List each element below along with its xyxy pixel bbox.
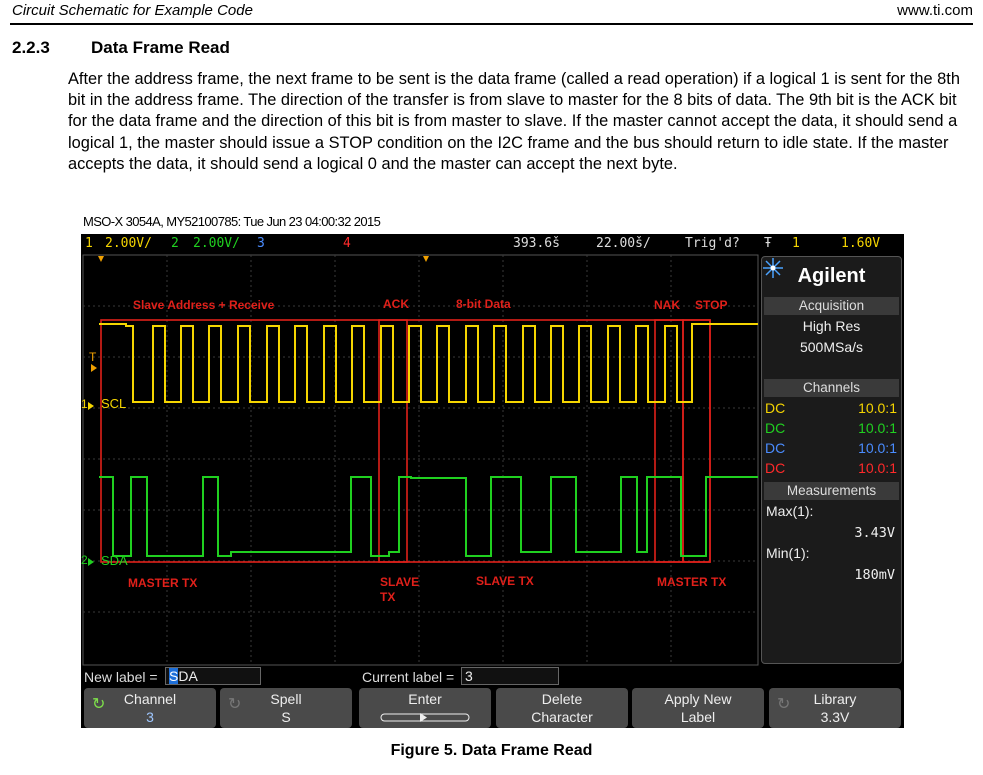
figure-caption: Figure 5. Data Frame Read xyxy=(390,742,593,759)
scope-status-bar: 1 2.00V/ 2 2.00V/ 3 4 393.6š 22.00š/ Tri… xyxy=(81,234,904,254)
softkey-spell[interactable]: ↻ Spell S xyxy=(220,688,352,728)
annotation-master-tx-1: MASTER TX xyxy=(128,576,197,590)
time-position: 393.6š xyxy=(513,236,560,251)
annotation-ack: ACK xyxy=(383,297,409,311)
softkey-spell-value: S xyxy=(281,709,291,725)
brand-logo: Agilent xyxy=(762,257,901,295)
trigger-status: Trig'd? xyxy=(685,236,740,251)
annotation-slave-address: Slave Address + Receive xyxy=(133,298,275,312)
ch1-marker-label: 1 xyxy=(81,397,88,411)
annotation-slave-tx: SLAVE TX xyxy=(476,574,534,588)
current-label-field: 3 xyxy=(461,667,559,685)
annotation-slave-tx-short-line2: TX xyxy=(380,590,395,604)
label-editor-row: New label = SDA Current label = 3 xyxy=(81,667,904,687)
current-label-caption: Current label = xyxy=(362,669,455,685)
ch1-number: 1 xyxy=(85,236,93,251)
annotation-nak: NAK xyxy=(654,298,680,312)
softkey-delete-label-line1: Delete xyxy=(541,691,583,707)
acquisition-mode: High Res xyxy=(802,318,861,334)
annotation-slave-tx-short-line1: SLAVE xyxy=(380,575,419,589)
ch2-marker-label: 2 xyxy=(81,553,88,567)
section-title: Data Frame Read xyxy=(91,38,230,57)
body-paragraph: After the address frame, the next frame … xyxy=(68,70,960,173)
softkey-delete-label-line2: Character xyxy=(531,709,593,725)
softkey-apply-label-line1: Apply New xyxy=(664,691,732,707)
softkey-spell-label: Spell xyxy=(270,691,302,707)
annotation-master-tx-2: MASTER TX xyxy=(657,575,726,589)
oscilloscope-screenshot: 1 SCL 2 SDA T Slave Address + Receive AC… xyxy=(81,234,904,728)
measurements-header: Measurements xyxy=(764,482,899,500)
scl-label: SCL xyxy=(101,396,126,411)
min-measurement-label: Min(1): xyxy=(766,545,810,561)
softkey-channel[interactable]: ↻ Channel 3 xyxy=(84,688,216,728)
header-rule xyxy=(10,23,973,25)
new-label-field[interactable]: SDA xyxy=(165,667,261,685)
softkey-library[interactable]: ↻ Library 3.3V xyxy=(769,688,901,728)
new-label-rest: DA xyxy=(178,668,198,684)
sda-label: SDA xyxy=(101,553,128,568)
softkey-apply-label-line2: Label xyxy=(680,709,716,725)
document-header-url: www.ti.com xyxy=(897,2,973,19)
time-scale: 22.00š/ xyxy=(596,236,651,251)
ch3-coupling: DC xyxy=(765,440,786,456)
new-label-caption: New label = xyxy=(84,669,158,685)
softkey-channel-value: 3 xyxy=(146,709,154,725)
trigger-level-label: T xyxy=(89,350,97,364)
ch4-coupling: DC xyxy=(765,460,786,476)
annotation-8bit-data: 8-bit Data xyxy=(456,297,511,311)
ch3-number: 3 xyxy=(257,236,265,251)
ch4-number: 4 xyxy=(343,236,351,251)
annotation-stop: STOP xyxy=(695,298,727,312)
scope-sidebar: Agilent Acquisition High Res 500MSa/s Ch… xyxy=(761,256,902,664)
ch4-probe-ratio: 10.0:1 xyxy=(858,460,897,476)
ch2-scale: 2.00V/ xyxy=(193,236,240,251)
softkey-library-label: Library xyxy=(813,691,857,707)
trigger-level: 1.60V xyxy=(841,236,881,251)
softkey-delete-character[interactable]: Delete Character xyxy=(496,688,628,728)
min-measurement-value: 180mV xyxy=(854,567,895,583)
softkey-enter[interactable]: Enter xyxy=(359,688,491,728)
agilent-spark-icon xyxy=(763,258,783,278)
softkey-apply-new-label[interactable]: Apply New Label xyxy=(632,688,764,728)
section-number: 2.2.3 xyxy=(12,38,50,57)
ch2-coupling: DC xyxy=(765,420,786,436)
ch1-coupling: DC xyxy=(765,400,786,416)
max-measurement-label: Max(1): xyxy=(766,503,814,519)
ch1-probe-ratio: 10.0:1 xyxy=(858,400,897,416)
max-measurement-value: 3.43V xyxy=(854,525,895,541)
brand-name: Agilent xyxy=(797,265,866,287)
document-header-title: Circuit Schematic for Example Code xyxy=(12,2,253,19)
softkey-library-value: 3.3V xyxy=(820,709,850,725)
softkey-bar: ↻ Channel 3 ↻ Spell S Enter Delete Chara… xyxy=(81,688,904,728)
trigger-channel: 1 xyxy=(792,236,800,251)
scope-metadata: MSO-X 3054A, MY52100785: Tue Jun 23 04:0… xyxy=(83,214,381,229)
trigger-edge-icon: Ŧ xyxy=(764,236,772,251)
ch2-probe-ratio: 10.0:1 xyxy=(858,420,897,436)
ch2-number: 2 xyxy=(171,236,179,251)
enter-arrow-icon xyxy=(380,713,470,722)
scope-grid xyxy=(82,254,759,666)
ch3-probe-ratio: 10.0:1 xyxy=(858,440,897,456)
channels-header: Channels xyxy=(764,379,899,397)
acquisition-rate: 500MSa/s xyxy=(799,339,864,355)
ch1-scale: 2.00V/ xyxy=(105,236,152,251)
acquisition-header: Acquisition xyxy=(764,297,899,315)
softkey-channel-label: Channel xyxy=(123,691,177,707)
new-label-cursor-char: S xyxy=(169,668,179,684)
softkey-enter-label: Enter xyxy=(408,691,442,707)
